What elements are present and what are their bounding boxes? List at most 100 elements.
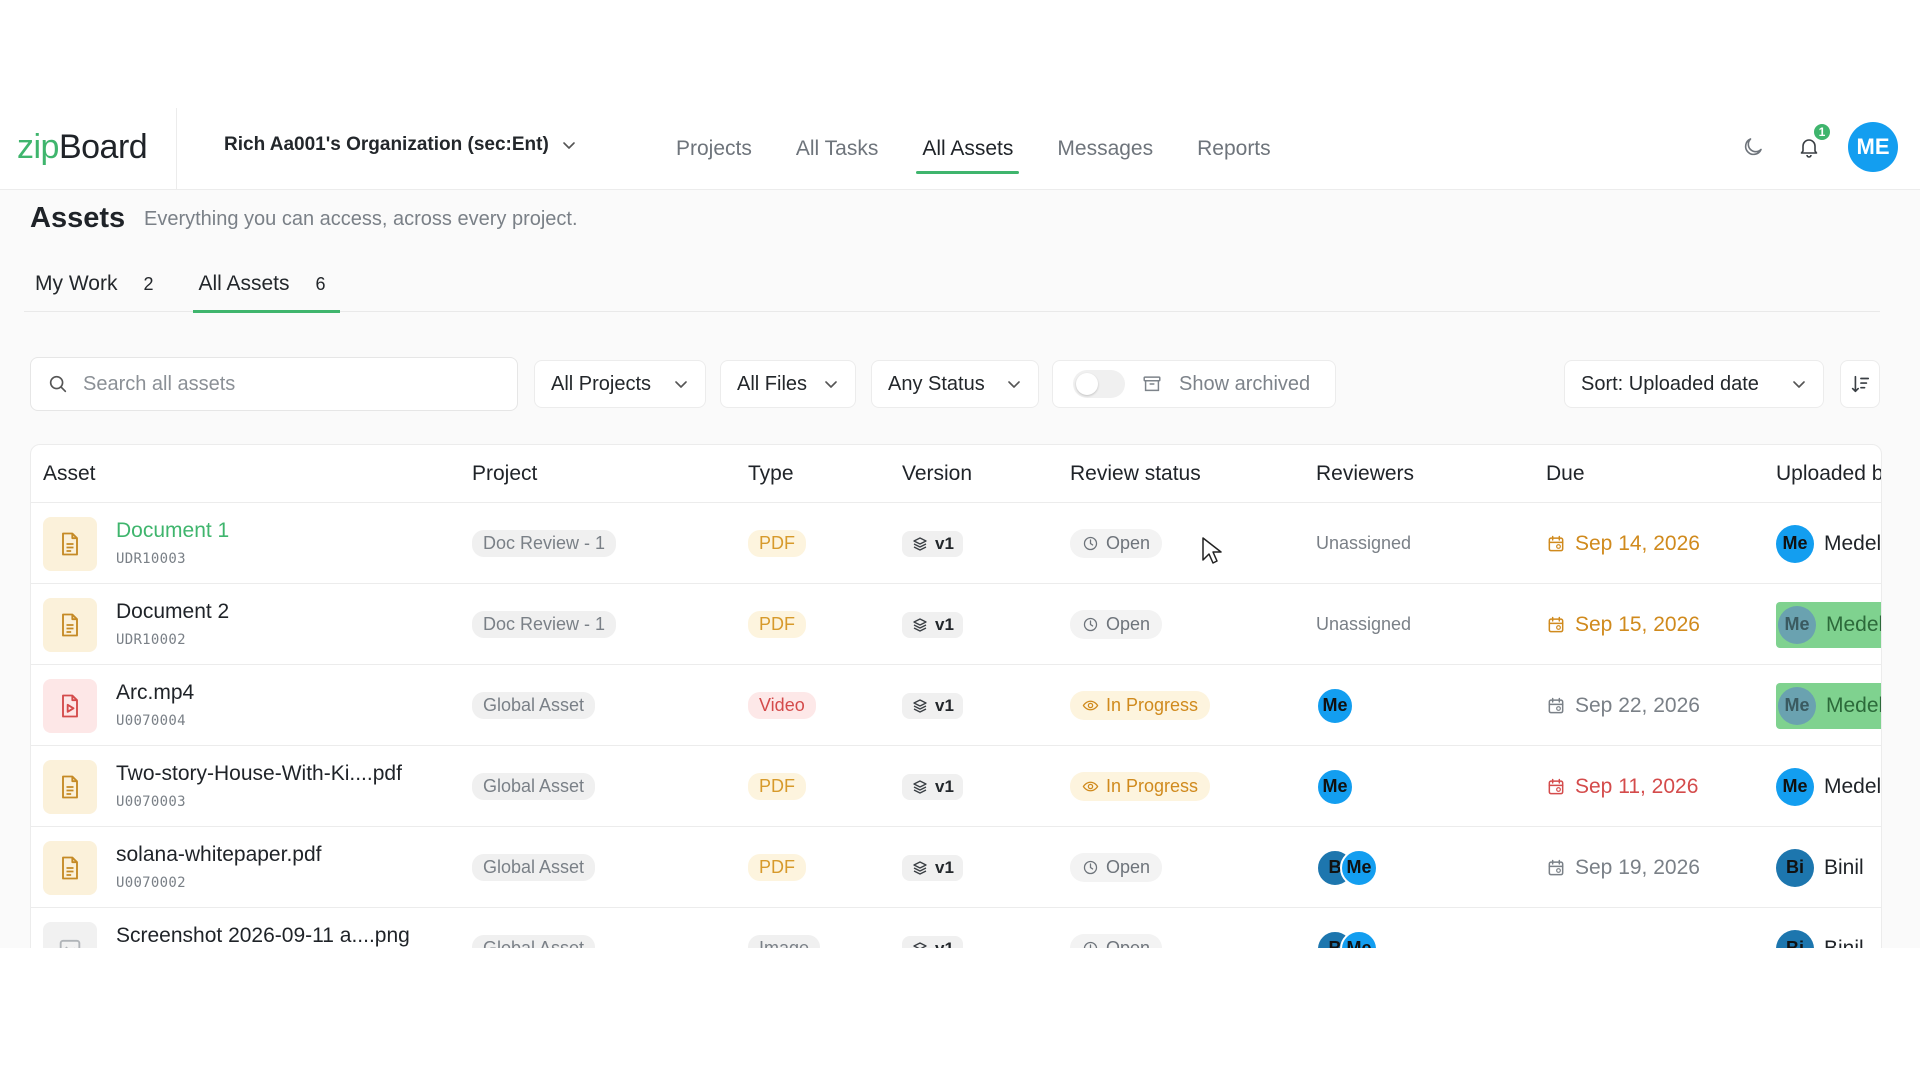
show-archived-toggle[interactable]: [1073, 370, 1125, 398]
asset-id: U0070004: [116, 713, 186, 729]
table-row[interactable]: Arc.mp4 U0070004 Global Asset Video v1 I…: [31, 665, 1881, 746]
user-avatar[interactable]: ME: [1848, 122, 1898, 172]
column-asset[interactable]: Asset: [43, 462, 96, 486]
notification-count-badge: 1: [1812, 122, 1832, 142]
tab-label: My Work: [35, 272, 118, 295]
column-due[interactable]: Due: [1546, 462, 1585, 486]
column-version[interactable]: Version: [902, 462, 972, 486]
table-row[interactable]: solana-whitepaper.pdf U0070002 Global As…: [31, 827, 1881, 908]
status-filter-dropdown[interactable]: Any Status: [871, 360, 1039, 408]
review-status-badge: Open: [1070, 934, 1163, 948]
chevron-down-icon: [562, 142, 575, 149]
file-thumbnail: [43, 679, 97, 733]
avatar: Me: [1776, 524, 1814, 563]
uploader: Me Medel: [1776, 601, 1881, 648]
tab-label: All Assets: [198, 272, 290, 295]
sort-order-icon: [1851, 375, 1870, 393]
asset-name[interactable]: solana-whitepaper.pdf: [116, 843, 321, 867]
type-badge: Image: [748, 935, 821, 948]
nav-messages[interactable]: Messages: [1035, 108, 1175, 190]
calendar-icon: [1548, 535, 1564, 551]
due-date: Sep 11, 2026: [1546, 775, 1698, 799]
uploader: Me Medel: [1776, 682, 1881, 729]
uploader: Bi Binil: [1776, 926, 1864, 948]
avatar: Me: [1776, 767, 1814, 806]
dropdown-label: Any Status: [888, 372, 985, 395]
tab-all-assets[interactable]: All Assets 6: [187, 256, 340, 313]
nav-all-assets[interactable]: All Assets: [900, 108, 1035, 190]
review-status-badge: Open: [1070, 853, 1163, 882]
table-row[interactable]: Screenshot 2026-09-11 a....png Global As…: [31, 908, 1881, 948]
asset-name[interactable]: Screenshot 2026-09-11 a....png: [116, 924, 410, 948]
column-uploaded-by[interactable]: Uploaded b: [1776, 462, 1881, 486]
organization-switcher[interactable]: Rich Aa001's Organization (sec:Ent): [224, 134, 577, 156]
uploader: Me Medel: [1776, 521, 1881, 567]
asset-name[interactable]: Document 2: [116, 600, 229, 624]
column-review-status[interactable]: Review status: [1070, 462, 1201, 486]
column-type[interactable]: Type: [748, 462, 794, 486]
asset-tabs: My Work 2 All Assets 6: [24, 256, 1880, 313]
nav-projects[interactable]: Projects: [654, 108, 774, 190]
chevron-down-icon: [675, 381, 687, 388]
calendar-icon: [1548, 616, 1564, 632]
type-badge: PDF: [748, 530, 806, 557]
asset-id: U0070002: [116, 875, 186, 891]
avatar: Me: [1778, 605, 1816, 644]
layers-icon: [913, 698, 927, 713]
top-navbar: zipBoard Rich Aa001's Organization (sec:…: [0, 108, 1920, 190]
version-badge: v1: [902, 854, 963, 881]
column-reviewers[interactable]: Reviewers: [1316, 462, 1414, 486]
video-icon: [62, 694, 78, 718]
asset-id: U0070003: [116, 794, 186, 810]
type-badge: PDF: [748, 773, 806, 800]
avatar: Me: [1316, 686, 1354, 725]
eye-icon: [1082, 781, 1099, 792]
organization-name: Rich Aa001's Organization (sec:Ent): [224, 134, 549, 155]
nav-all-tasks[interactable]: All Tasks: [774, 108, 900, 190]
sort-order-button[interactable]: [1840, 360, 1880, 408]
table-row[interactable]: Document 1 UDR10003 Doc Review - 1 PDF v…: [31, 503, 1881, 584]
layers-icon: [913, 779, 927, 794]
uploader: Me Medel: [1776, 764, 1881, 810]
asset-id: UDR10003: [116, 551, 186, 567]
version-badge: v1: [902, 773, 963, 800]
image-icon: [59, 939, 81, 948]
tab-my-work[interactable]: My Work 2: [24, 256, 167, 312]
layers-icon: [913, 617, 927, 632]
due-date: Sep 14, 2026: [1546, 532, 1700, 556]
logo[interactable]: zipBoard: [17, 128, 148, 167]
due-date: Sep 19, 2026: [1546, 856, 1700, 880]
chevron-down-icon: [1008, 381, 1020, 388]
avatar: Bi: [1776, 848, 1814, 887]
type-badge: PDF: [748, 854, 806, 881]
tab-count: 2: [143, 273, 154, 294]
moon-icon: [1744, 138, 1762, 156]
search-input[interactable]: [83, 372, 483, 396]
column-project[interactable]: Project: [472, 462, 537, 486]
files-filter-dropdown[interactable]: All Files: [720, 360, 856, 408]
sort-dropdown[interactable]: Sort: Uploaded date: [1564, 360, 1824, 408]
avatar: Me: [1340, 848, 1378, 887]
file-thumbnail: [43, 841, 97, 895]
version-badge: v1: [902, 530, 963, 557]
table-row[interactable]: Document 2 UDR10002 Doc Review - 1 PDF v…: [31, 584, 1881, 665]
table-row[interactable]: Two-story-House-With-Ki....pdf U0070003 …: [31, 746, 1881, 827]
reviewers-unassigned: Unassigned: [1316, 614, 1412, 634]
reviewers-avatars: B Me: [1316, 848, 1378, 887]
layers-icon: [913, 941, 927, 948]
nav-reports[interactable]: Reports: [1175, 108, 1293, 190]
clock-icon: [1083, 536, 1098, 551]
asset-name[interactable]: Document 1: [116, 519, 229, 543]
file-thumbnail: [43, 598, 97, 652]
projects-filter-dropdown[interactable]: All Projects: [534, 360, 706, 408]
layers-icon: [913, 860, 927, 875]
theme-toggle-button[interactable]: [1736, 130, 1770, 164]
page-subtitle: Everything you can access, across every …: [144, 208, 578, 230]
notifications-button[interactable]: 1: [1792, 122, 1832, 164]
review-status-badge: In Progress: [1070, 772, 1211, 801]
calendar-icon: [1548, 778, 1564, 794]
asset-name[interactable]: Two-story-House-With-Ki....pdf: [116, 762, 402, 786]
asset-name[interactable]: Arc.mp4: [116, 681, 194, 705]
uploader: Bi Binil: [1776, 845, 1864, 891]
project-badge: Doc Review - 1: [472, 530, 617, 557]
